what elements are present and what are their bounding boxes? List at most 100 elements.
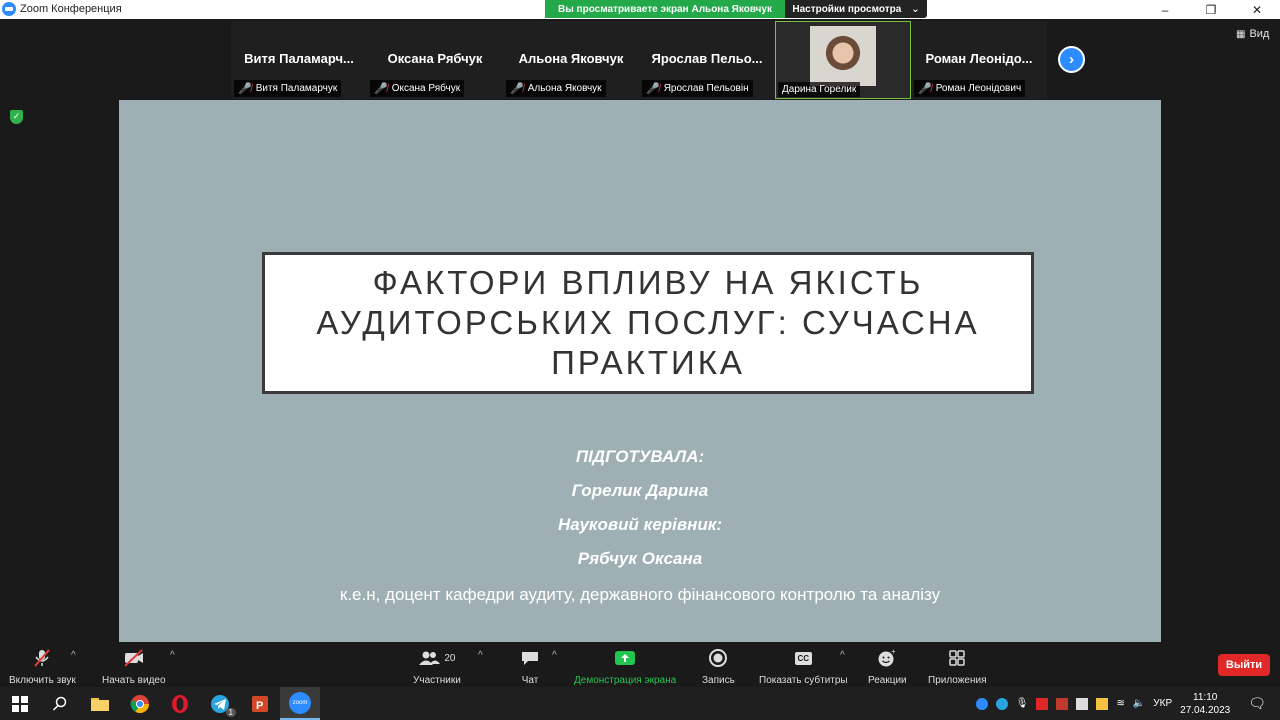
- taskbar-explorer[interactable]: [80, 687, 120, 720]
- app-tray-icon[interactable]: [1056, 697, 1069, 710]
- zoom-app-icon: zoom: [289, 691, 311, 714]
- microphone-icon[interactable]: 🎙: [1016, 698, 1029, 709]
- speaker-icon[interactable]: 🔈: [1133, 698, 1145, 709]
- share-banner: Вы просматриваете экран Альона Яковчук Н…: [545, 0, 927, 18]
- captions-label: Показать субтитры: [759, 675, 848, 686]
- mic-muted-icon: 🎤̸: [918, 83, 932, 95]
- slide-title: ФАКТОРИ ВПЛИВУ НА ЯКІСТЬ АУДИТОРСЬКИХ ПО…: [298, 263, 998, 383]
- prepared-label: ПІДГОТУВАЛА:: [575, 447, 705, 466]
- taskbar-zoom[interactable]: zoom: [280, 687, 320, 720]
- share-status-text: Вы просматриваете экран Альона Яковчук: [545, 0, 785, 18]
- participant-tile[interactable]: Оксана Рябчук 🎤̸ Оксана Рябчук: [367, 21, 503, 99]
- closed-captions-icon: CC: [794, 648, 813, 668]
- chevron-down-icon: ⌄: [911, 3, 920, 15]
- view-button[interactable]: ▦ Вид: [1236, 28, 1269, 40]
- taskbar-telegram[interactable]: 1: [200, 687, 240, 720]
- participants-count: 20: [444, 652, 456, 664]
- mic-muted-icon: [32, 648, 52, 668]
- taskbar-opera[interactable]: [160, 687, 200, 720]
- wifi-icon[interactable]: ≋: [1116, 698, 1124, 709]
- participant-name: Дарина Горелик: [782, 84, 857, 95]
- unmute-label: Включить звук: [9, 675, 76, 686]
- participant-name-large: Витя Паламарч...: [244, 51, 354, 66]
- close-button[interactable]: ✕: [1234, 0, 1280, 19]
- apps-label: Приложения: [928, 675, 987, 686]
- mic-muted-icon: 🎤̸: [374, 83, 388, 95]
- participant-name: Ярослав Пельовін: [663, 83, 749, 94]
- video-options-caret-icon[interactable]: ^: [170, 650, 175, 661]
- participants-icon: 20: [418, 648, 455, 668]
- unmute-button[interactable]: Включить звук: [9, 648, 76, 686]
- participant-tile[interactable]: Альона Яковчук 🎤̸ Альона Яковчук: [503, 21, 639, 99]
- apps-button[interactable]: Приложения: [928, 648, 987, 686]
- view-options-button[interactable]: Настройки просмотра ⌄: [785, 0, 927, 18]
- mic-muted-icon: 🎤̸: [238, 83, 252, 95]
- system-tray: 🎙 ≋ 🔈 УКР 11:10 27.04.2023 🗨: [975, 687, 1280, 720]
- notifications-icon[interactable]: 🗨: [1248, 695, 1266, 712]
- chat-icon: [520, 648, 540, 668]
- slide-title-line: ПРАКТИКА: [551, 344, 745, 381]
- clock-date: 27.04.2023: [1180, 704, 1231, 716]
- language-indicator[interactable]: УКР: [1153, 698, 1172, 709]
- chrome-icon: [130, 694, 149, 713]
- window-title: Zoom Конференция: [20, 3, 122, 15]
- participant-tile[interactable]: Роман Леонідо... 🎤̸ Роман Леонідович: [911, 21, 1047, 99]
- participant-tile-video[interactable]: Дарина Горелик: [775, 21, 911, 99]
- zoom-tray-icon[interactable]: [975, 697, 988, 710]
- clock-time: 11:10: [1193, 691, 1218, 703]
- reactions-label: Реакции: [868, 675, 907, 686]
- system-clock[interactable]: 11:10 27.04.2023: [1180, 691, 1230, 717]
- taskbar-powerpoint[interactable]: P: [240, 687, 280, 720]
- participant-name: Оксана Рябчук: [391, 83, 461, 94]
- participants-caret-icon[interactable]: ^: [478, 650, 483, 661]
- advisor-label: Науковий керівник:: [557, 515, 723, 534]
- record-label: Запись: [702, 675, 735, 686]
- participant-name: Альона Яковчук: [527, 83, 602, 94]
- apps-icon: [947, 648, 967, 668]
- captions-caret-icon[interactable]: ^: [840, 650, 845, 661]
- folder-tray-icon[interactable]: [1096, 697, 1109, 710]
- leave-button[interactable]: Выйти: [1218, 654, 1270, 676]
- maximize-button[interactable]: ❐: [1188, 0, 1234, 19]
- defender-tray-icon[interactable]: [1076, 697, 1089, 710]
- share-screen-button[interactable]: Демонстрация экрана: [574, 648, 676, 686]
- windows-taskbar: 1 P zoom 🎙 ≋ 🔈 УКР 11:10 27.04.2023 🗨: [0, 687, 1280, 720]
- security-shield-icon[interactable]: ✓: [10, 110, 23, 124]
- next-page-button[interactable]: ›: [1058, 46, 1085, 73]
- chat-button[interactable]: Чат: [520, 648, 540, 686]
- zoom-logo-icon: [2, 2, 16, 16]
- minimize-button[interactable]: –: [1142, 0, 1188, 19]
- participant-tile[interactable]: Ярослав Пельо... 🎤̸ Ярослав Пельовін: [639, 21, 775, 99]
- mic-muted-icon: 🎤̸: [510, 83, 524, 95]
- windows-logo-icon: [12, 695, 28, 712]
- mic-muted-icon: 🎤̸: [646, 83, 660, 95]
- record-button[interactable]: Запись: [702, 648, 735, 686]
- start-video-button[interactable]: Начать видео: [102, 648, 166, 686]
- svg-text:P: P: [256, 700, 263, 712]
- taskbar-chrome[interactable]: [120, 687, 160, 720]
- search-icon: [52, 696, 67, 711]
- reactions-button[interactable]: + Реакции: [868, 648, 907, 686]
- shared-screen-slide: ФАКТОРИ ВПЛИВУ НА ЯКІСТЬ АУДИТОРСЬКИХ ПО…: [119, 100, 1161, 642]
- advisor-info: к.е.н, доцент кафедри аудиту, державного…: [339, 585, 941, 604]
- powerpoint-icon: P: [252, 695, 268, 712]
- meeting-controls: Включить звук ^ Начать видео ^ 20 Участн…: [0, 642, 1280, 687]
- audio-options-caret-icon[interactable]: ^: [71, 650, 76, 661]
- advisor-name: Рябчук Оксана: [577, 549, 703, 568]
- participant-name-tag: 🎤̸ Ярослав Пельовін: [642, 80, 753, 97]
- smile-plus-icon: +: [876, 648, 898, 668]
- participant-name-tag: Дарина Горелик: [778, 82, 861, 97]
- participant-tile[interactable]: Витя Паламарч... 🎤̸ Витя Паламарчук: [231, 21, 367, 99]
- record-icon: [708, 648, 728, 668]
- chevron-right-icon: ›: [1069, 51, 1074, 68]
- participants-label: Участники: [413, 675, 461, 686]
- captions-button[interactable]: CC Показать субтитры: [759, 648, 848, 686]
- chat-caret-icon[interactable]: ^: [552, 650, 557, 661]
- participants-button[interactable]: 20 Участники: [413, 648, 461, 686]
- start-button[interactable]: [0, 687, 40, 720]
- participant-name-tag: 🎤̸ Оксана Рябчук: [370, 80, 465, 97]
- antivirus-tray-icon[interactable]: [1036, 697, 1049, 710]
- participant-name-large: Альона Яковчук: [518, 51, 624, 66]
- search-button[interactable]: [40, 687, 80, 720]
- telegram-tray-icon[interactable]: [995, 697, 1008, 710]
